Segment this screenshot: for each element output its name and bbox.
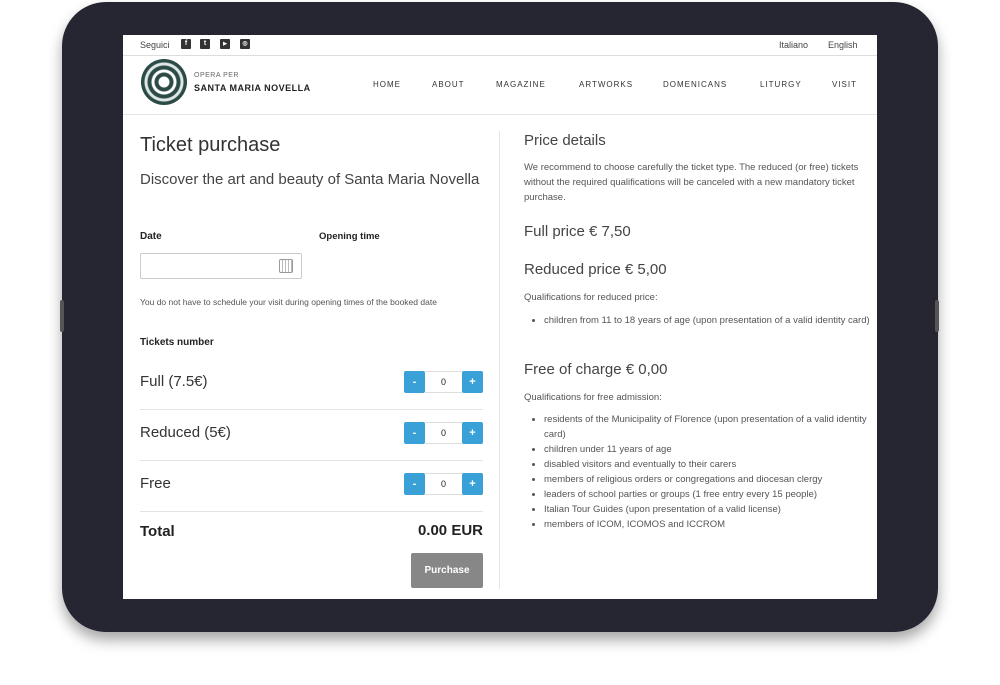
site-header: OPERA PER SANTA MARIA NOVELLA HOME ABOUT… [123, 56, 877, 115]
list-item: Italian Tour Guides (upon presentation o… [544, 502, 877, 517]
nav-liturgy[interactable]: LITURGY [760, 80, 802, 89]
logo-line1: OPERA PER [194, 72, 239, 79]
free-qualifications-label: Qualifications for free admission: [524, 392, 662, 403]
list-item: children from 11 to 18 years of age (upo… [544, 313, 877, 328]
instagram-icon[interactable]: ◎ [240, 39, 250, 49]
tablet-side-button [60, 300, 64, 332]
nav-visit[interactable]: VISIT [832, 80, 857, 89]
ticket-name: Free [140, 475, 171, 492]
ticket-name: Reduced (5€) [140, 424, 231, 441]
quantity-stepper: - 0 + [404, 422, 483, 444]
total-value: 0.00 EUR [417, 522, 483, 539]
full-price: Full price € 7,50 [524, 223, 631, 240]
quantity-stepper: - 0 + [404, 473, 483, 495]
increment-button[interactable]: + [462, 371, 483, 393]
youtube-icon[interactable]: ▶ [220, 39, 230, 49]
quantity-input[interactable]: 0 [425, 371, 462, 393]
quantity-input[interactable]: 0 [425, 473, 462, 495]
reduced-qualifications-list: children from 11 to 18 years of age (upo… [524, 313, 877, 328]
top-bar: Seguici f t ▶ ◎ Italiano English [123, 35, 877, 56]
decrement-button[interactable]: - [404, 473, 425, 495]
free-qualifications-list: residents of the Municipality of Florenc… [524, 412, 877, 532]
total-label: Total [140, 523, 175, 540]
purchase-button[interactable]: Purchase [411, 553, 483, 588]
price-details-title: Price details [524, 132, 606, 149]
lang-english[interactable]: English [828, 40, 858, 50]
list-item: members of ICOM, ICOMOS and ICCROM [544, 517, 877, 532]
ticket-row-reduced: Reduced (5€) - 0 + [140, 409, 483, 461]
price-intro: We recommend to choose carefully the tic… [524, 162, 859, 203]
logo-line2: SANTA MARIA NOVELLA [194, 83, 311, 93]
ticket-row-free: Free - 0 + [140, 460, 483, 512]
opening-time-label: Opening time [319, 231, 380, 242]
list-item: children under 11 years of age [544, 442, 877, 457]
ticket-row-full: Full (7.5€) - 0 + [140, 358, 483, 410]
nav-magazine[interactable]: MAGAZINE [496, 80, 546, 89]
tablet-home-button [935, 300, 939, 332]
follow-label: Seguici [140, 40, 170, 50]
web-page: Seguici f t ▶ ◎ Italiano English OPERA P… [123, 35, 877, 599]
lang-italiano[interactable]: Italiano [779, 40, 808, 50]
list-item: members of religious orders or congregat… [544, 472, 877, 487]
date-field[interactable] [140, 253, 302, 279]
decrement-button[interactable]: - [404, 371, 425, 393]
facebook-icon[interactable]: f [181, 39, 191, 49]
free-price: Free of charge € 0,00 [524, 361, 668, 378]
reduced-qualifications-label: Qualifications for reduced price: [524, 292, 658, 303]
list-item: residents of the Municipality of Florenc… [544, 412, 877, 442]
quantity-stepper: - 0 + [404, 371, 483, 393]
page-subtitle: Discover the art and beauty of Santa Mar… [140, 171, 480, 188]
nav-home[interactable]: HOME [373, 80, 401, 89]
tickets-label: Tickets number [140, 337, 214, 348]
list-item: leaders of school parties or groups (1 f… [544, 487, 877, 502]
twitter-icon[interactable]: t [200, 39, 210, 49]
nav-domenicans[interactable]: DOMENICANS [663, 80, 727, 89]
list-item: disabled visitors and eventually to thei… [544, 457, 877, 472]
logo-emblem[interactable] [141, 59, 187, 105]
column-divider [499, 131, 500, 589]
nav-about[interactable]: ABOUT [432, 80, 465, 89]
decrement-button[interactable]: - [404, 422, 425, 444]
reduced-price: Reduced price € 5,00 [524, 261, 667, 278]
quantity-input[interactable]: 0 [425, 422, 462, 444]
schedule-note: You do not have to schedule your visit d… [140, 297, 437, 307]
nav-artworks[interactable]: ARTWORKS [579, 80, 633, 89]
calendar-icon[interactable] [279, 259, 293, 273]
date-label: Date [140, 231, 162, 242]
increment-button[interactable]: + [462, 422, 483, 444]
ticket-name: Full (7.5€) [140, 373, 208, 390]
page-title: Ticket purchase [140, 134, 281, 156]
increment-button[interactable]: + [462, 473, 483, 495]
